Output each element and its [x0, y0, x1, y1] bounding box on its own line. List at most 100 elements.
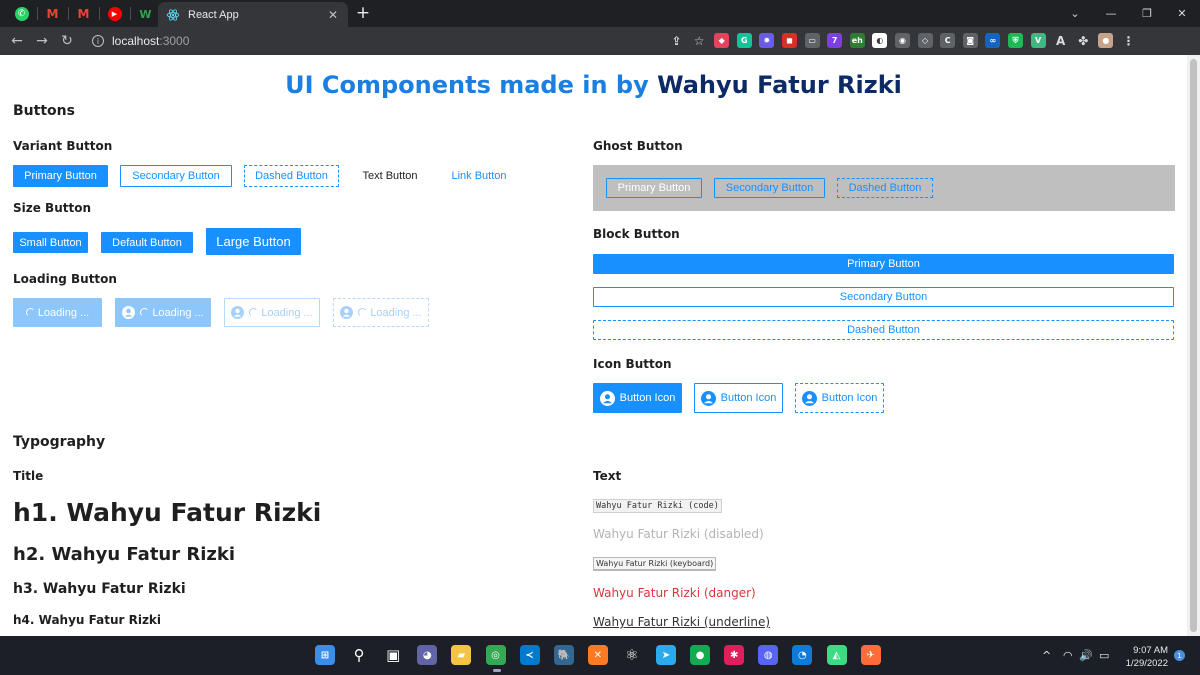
pinned-tab-youtube-music[interactable]: ▶: [100, 3, 129, 25]
small-button[interactable]: Small Button: [13, 232, 88, 253]
ghost-secondary-button[interactable]: Secondary Button: [714, 178, 825, 198]
loading-primary-button[interactable]: Loading ...: [13, 298, 102, 327]
extension-colorful-icon[interactable]: ◆: [714, 33, 730, 48]
icon-dashed-button[interactable]: Button Icon: [795, 383, 884, 413]
ghost-primary-button[interactable]: Primary Button: [606, 178, 702, 198]
android-studio-icon[interactable]: ◭: [826, 645, 847, 665]
pinned-tab-whatsapp[interactable]: ✆: [7, 3, 36, 25]
xampp-icon[interactable]: ✕: [587, 645, 608, 665]
icon-secondary-button[interactable]: Button Icon: [694, 383, 783, 413]
default-button[interactable]: Default Button: [101, 232, 193, 253]
address-bar[interactable]: i localhost :3000: [82, 30, 722, 52]
extension-a-icon[interactable]: A: [1053, 33, 1069, 48]
telegram-icon[interactable]: ➤: [656, 645, 676, 665]
extension-purple-icon[interactable]: 7: [827, 33, 843, 48]
battery-icon[interactable]: ▭: [1099, 649, 1109, 662]
volume-icon[interactable]: 🔊: [1079, 649, 1093, 662]
user-icon: [340, 306, 354, 319]
bookmark-star-icon[interactable]: ☆: [692, 33, 707, 48]
extension-compass-icon[interactable]: ◐: [872, 33, 888, 48]
block-primary-button[interactable]: Primary Button: [593, 254, 1174, 274]
page-scrollbar[interactable]: [1187, 55, 1200, 636]
file-explorer-icon[interactable]: ▰: [451, 645, 472, 665]
postgres-icon[interactable]: 🐘: [553, 645, 574, 665]
extension-window-icon[interactable]: ▭: [804, 33, 820, 48]
pinned-tab-gmail-1[interactable]: M: [38, 3, 67, 25]
extension-shield-icon[interactable]: ⛨: [1008, 33, 1023, 48]
tray-overflow-chevron-icon[interactable]: ^: [1042, 649, 1051, 662]
mongodb-icon[interactable]: ●: [690, 645, 711, 665]
ghost-button-heading: Ghost Button: [593, 139, 683, 153]
react-devtools-icon[interactable]: ⚛: [622, 645, 642, 665]
vscode-icon[interactable]: ≺: [519, 645, 540, 665]
page-title-name: Wahyu Fatur Rizki: [657, 71, 902, 99]
close-tab-icon[interactable]: ✕: [326, 8, 340, 22]
text-danger: Wahyu Fatur Rizki (danger): [593, 586, 756, 600]
minimize-icon[interactable]: —: [1093, 0, 1129, 27]
chrome-icon[interactable]: ◎: [485, 645, 506, 665]
pinned-tab-webflow[interactable]: W: [131, 3, 160, 25]
block-dashed-button[interactable]: Dashed Button: [593, 320, 1174, 340]
large-button[interactable]: Large Button: [206, 228, 301, 255]
extension-tag-icon[interactable]: ◇: [917, 33, 933, 48]
tab-search-chevron-icon[interactable]: ⌄: [1057, 0, 1093, 27]
webflow-icon: W: [139, 7, 152, 21]
spinner-icon: [25, 308, 35, 317]
size-button-heading: Size Button: [13, 201, 92, 215]
windows-taskbar: ⊞ ⚲ ▣ ◕ ▰ ◎ ≺ 🐘 ✕ ⚛ ➤ ● ✱ ◍ ◔ ◭ ✈ ^ ◠ 🔊 ▭ 9:07 AM 1/29/2…: [0, 636, 1200, 675]
maximize-icon[interactable]: ❐: [1129, 0, 1165, 27]
new-tab-button[interactable]: +: [353, 3, 373, 23]
system-clock[interactable]: 9:07 AM 1/29/2022: [1118, 644, 1168, 670]
extension-eh-icon[interactable]: eh: [849, 33, 865, 48]
tab-react-app[interactable]: React App ✕: [158, 2, 348, 27]
pinned-tab-gmail-2[interactable]: M: [69, 3, 98, 25]
reload-icon[interactable]: ↻: [57, 31, 77, 51]
forward-arrow-icon[interactable]: →: [32, 31, 52, 51]
loading-button-heading: Loading Button: [13, 272, 117, 286]
loading-icon-dashed-button[interactable]: Loading ...: [333, 298, 429, 327]
page-viewport: UI Components made in by Wahyu Fatur Riz…: [0, 55, 1187, 636]
scrollbar-thumb[interactable]: [1190, 59, 1197, 632]
wifi-icon[interactable]: ◠: [1063, 649, 1073, 662]
icon-primary-button[interactable]: Button Icon: [593, 383, 682, 413]
variant-secondary-button[interactable]: Secondary Button: [120, 165, 232, 187]
postman-icon[interactable]: ✈: [860, 645, 881, 665]
slack-icon[interactable]: ✱: [724, 645, 745, 665]
block-secondary-button[interactable]: Secondary Button: [593, 287, 1174, 307]
task-view-icon[interactable]: ▣: [383, 645, 403, 665]
variant-link-button[interactable]: Link Button: [440, 165, 518, 187]
extension-infinity-icon[interactable]: ∞: [985, 33, 1001, 48]
loading-icon-primary-button[interactable]: Loading ...: [115, 298, 211, 327]
extension-red-icon[interactable]: ◼: [782, 33, 797, 48]
extension-camera-icon[interactable]: ◙: [962, 33, 978, 48]
profile-avatar-icon[interactable]: ●: [1098, 33, 1114, 48]
loading-icon-secondary-button[interactable]: Loading ...: [224, 298, 320, 327]
text-underline: Wahyu Fatur Rizki (underline): [593, 615, 771, 629]
extension-gear-icon[interactable]: ✹: [759, 33, 775, 48]
site-info-icon[interactable]: i: [92, 35, 104, 47]
edge-icon[interactable]: ◔: [792, 645, 813, 665]
user-icon: [599, 390, 615, 406]
back-arrow-icon[interactable]: ←: [7, 31, 27, 51]
grammarly-icon[interactable]: G: [736, 33, 752, 48]
variant-dashed-button[interactable]: Dashed Button: [244, 165, 339, 187]
teams-chat-icon[interactable]: ◕: [417, 645, 438, 665]
share-icon[interactable]: ⇪: [669, 33, 684, 48]
vue-devtools-icon[interactable]: V: [1030, 33, 1046, 48]
menu-kebab-icon[interactable]: ⋮: [1121, 33, 1136, 48]
variant-primary-button[interactable]: Primary Button: [13, 165, 108, 187]
tab-title: React App: [188, 8, 239, 21]
browser-tab-bar: ✆ M M ▶ W React App ✕ + ⌄ — ❐ ✕: [0, 0, 1200, 27]
ghost-dashed-button[interactable]: Dashed Button: [837, 178, 933, 198]
extensions-puzzle-icon[interactable]: ✤: [1075, 33, 1091, 48]
start-windows-icon[interactable]: ⊞: [315, 645, 335, 665]
extension-circle-icon[interactable]: ◉: [895, 33, 910, 48]
icon-button-label: Button Icon: [619, 392, 676, 404]
active-app-indicator: [493, 669, 501, 672]
close-window-icon[interactable]: ✕: [1164, 0, 1200, 27]
search-icon[interactable]: ⚲: [349, 645, 369, 665]
variant-text-button[interactable]: Text Button: [352, 165, 428, 187]
extension-c-icon[interactable]: C: [940, 33, 956, 48]
discord-icon[interactable]: ◍: [758, 645, 779, 665]
notification-badge[interactable]: 1: [1174, 650, 1185, 661]
